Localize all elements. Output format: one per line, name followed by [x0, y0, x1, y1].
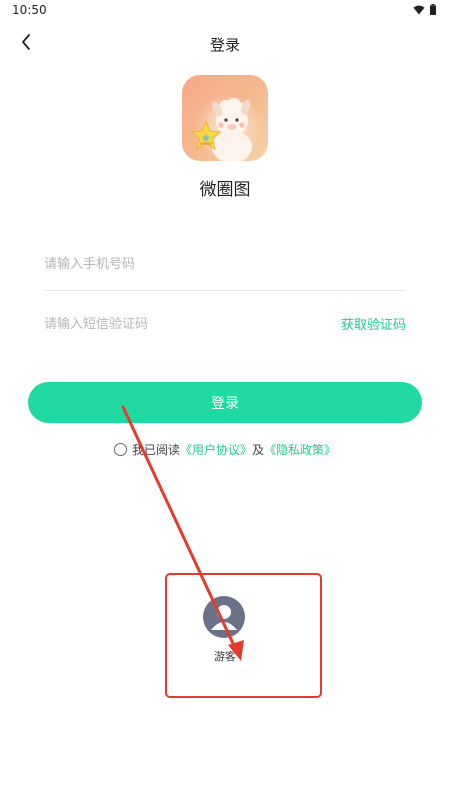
sms-code-field: 获取验证码 — [44, 303, 406, 343]
header: 登录 — [0, 28, 450, 62]
agreement-prefix: 我已阅读 — [131, 443, 180, 457]
guest-login-button[interactable]: 游客 — [203, 596, 247, 666]
user-avatar-icon — [203, 596, 245, 638]
phone-field — [44, 243, 406, 291]
login-button[interactable]: 登录 — [28, 382, 422, 423]
status-icons — [413, 4, 436, 15]
status-time: 10:50 — [12, 3, 47, 17]
agreement-row: 我已阅读 《用户协议》 及 《隐私政策》 — [0, 441, 450, 458]
battery-icon — [430, 4, 436, 15]
get-code-button[interactable]: 获取验证码 — [341, 314, 406, 333]
privacy-policy-link[interactable]: 《隐私政策》 — [264, 441, 336, 458]
page-title: 登录 — [209, 36, 240, 54]
guest-label: 游客 — [214, 650, 236, 663]
app-logo-alpaca-icon — [182, 75, 268, 161]
user-agreement-link[interactable]: 《用户协议》 — [180, 441, 252, 458]
app-name: 微圈图 — [199, 180, 251, 200]
sms-code-input[interactable] — [44, 313, 324, 335]
wifi-icon — [413, 5, 425, 15]
login-screen: 10:50 登录 微圈图 请输入手机号码 请输入短信验证码 获取验证码 登录 我… — [0, 0, 450, 800]
phone-input[interactable] — [44, 253, 324, 275]
agree-radio[interactable] — [113, 443, 127, 456]
agreement-conjunction: 及 — [252, 443, 265, 457]
status-bar: 10:50 — [0, 0, 450, 22]
